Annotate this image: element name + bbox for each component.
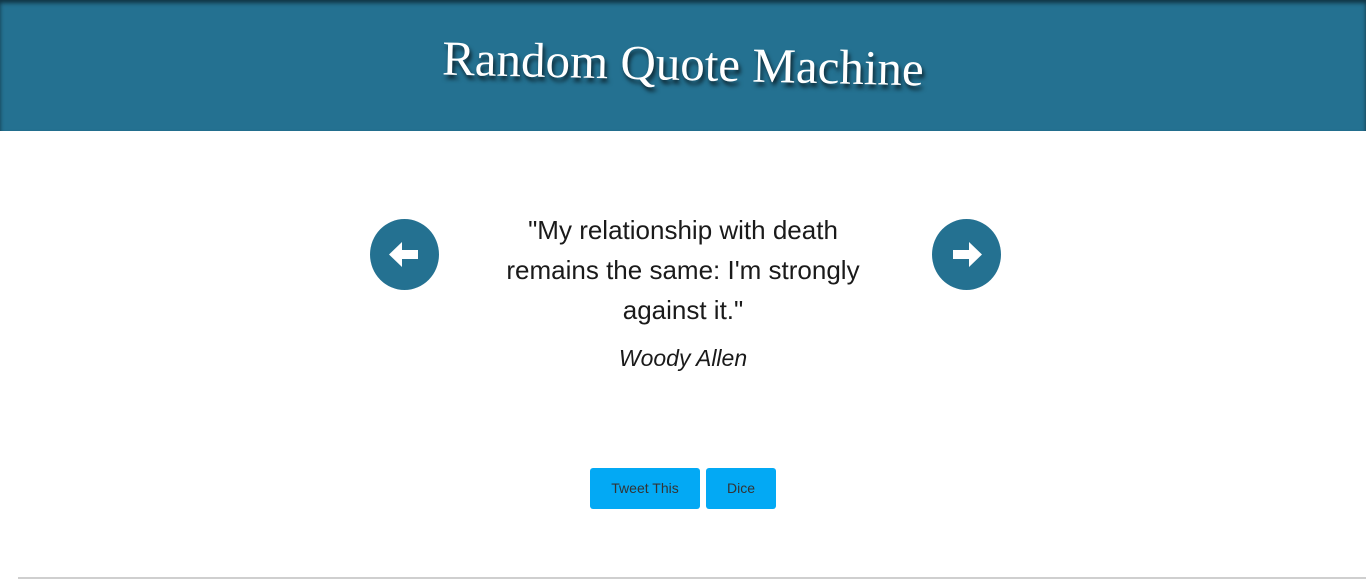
dice-button[interactable]: Dice [706, 468, 776, 509]
quote-author: Woody Allen [618, 345, 748, 371]
arrow-right-icon [953, 242, 982, 267]
previous-quote-button[interactable] [370, 219, 439, 290]
arrow-left-icon [389, 242, 418, 267]
next-quote-button[interactable] [932, 219, 1001, 290]
quote-text: "My relationship with death remains the … [506, 215, 860, 325]
header-bar: Random Quote Machine [0, 0, 1366, 131]
page-title: Random Quote Machine [441, 30, 925, 97]
tweet-button[interactable]: Tweet This [590, 468, 700, 509]
